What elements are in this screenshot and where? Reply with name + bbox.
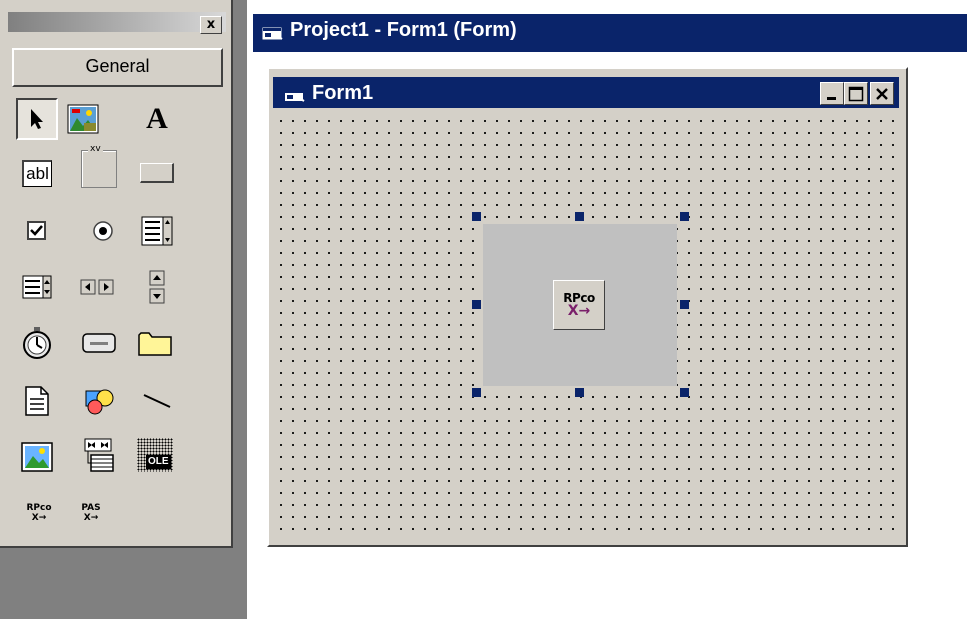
tool-timer[interactable] [16, 322, 58, 364]
tool-rpco[interactable]: RPco X→ [18, 492, 60, 534]
textbox-icon: abl [22, 159, 52, 187]
commandbutton-icon [140, 163, 174, 183]
designer-window-title: Project1 - Form1 (Form) [290, 19, 517, 41]
timer-icon [23, 327, 51, 359]
resize-handle-left[interactable] [472, 300, 481, 309]
tool-picturebox[interactable] [62, 98, 104, 140]
checkbox-icon [27, 221, 46, 240]
maximize-icon [848, 86, 864, 101]
tool-data[interactable] [78, 434, 120, 476]
toolbox-close-button[interactable]: x [200, 16, 222, 34]
rpco-icon: RPco X→ [26, 503, 52, 523]
listbox-icon [22, 275, 52, 299]
pointer-icon [31, 109, 43, 129]
tool-listbox[interactable] [16, 266, 58, 308]
tool-image[interactable] [16, 436, 58, 478]
dirlistbox-icon [138, 332, 172, 356]
tool-commandbutton[interactable] [136, 152, 178, 194]
hscrollbar-icon [80, 279, 114, 295]
data-icon [84, 438, 114, 472]
label-icon: A [146, 102, 168, 135]
tool-shape[interactable] [78, 380, 120, 422]
toolbox-titlebar[interactable] [8, 12, 226, 32]
vscrollbar-icon [149, 270, 165, 304]
picturebox-icon [67, 104, 99, 134]
minimize-icon [827, 96, 836, 100]
line-icon [143, 394, 171, 408]
tool-pas[interactable]: PAS X→ [70, 492, 112, 534]
resize-handle-top-right[interactable] [680, 212, 689, 221]
tool-checkbox[interactable] [16, 210, 58, 252]
form-window-icon [262, 26, 284, 45]
form-maximize-button[interactable] [844, 82, 868, 105]
form-title: Form1 [312, 82, 374, 104]
ole-icon: OLE [137, 438, 173, 472]
tool-vscrollbar[interactable] [136, 266, 178, 308]
resize-handle-top-left[interactable] [472, 212, 481, 221]
tool-optionbutton[interactable] [82, 210, 124, 252]
filelistbox-icon [25, 386, 49, 416]
tool-filelistbox[interactable] [16, 380, 58, 422]
form-close-button[interactable] [870, 82, 894, 105]
resize-handle-right[interactable] [680, 300, 689, 309]
rpco-control-icon: RPco X→ [553, 280, 605, 330]
resize-handle-top[interactable] [575, 212, 584, 221]
tool-label[interactable]: A [136, 98, 178, 140]
shape-icon [85, 389, 114, 415]
optionbutton-icon [93, 221, 113, 241]
tool-line[interactable] [136, 380, 178, 422]
toolbox-tab-general[interactable]: General [12, 48, 223, 87]
tool-dirlistbox[interactable] [134, 322, 176, 364]
image-icon [21, 442, 53, 472]
resize-handle-bottom-left[interactable] [472, 388, 481, 397]
resize-handle-bottom-right[interactable] [680, 388, 689, 397]
tool-ole[interactable]: OLE [134, 434, 176, 476]
tool-drivelistbox[interactable] [78, 322, 120, 364]
combobox-icon [141, 216, 173, 246]
close-icon [876, 87, 888, 100]
tool-combobox[interactable] [136, 210, 178, 252]
drivelistbox-icon [82, 333, 116, 353]
tool-pointer[interactable] [16, 98, 58, 140]
form-minimize-button[interactable] [820, 82, 844, 105]
frame-icon: xv [81, 144, 117, 188]
pas-icon: PAS X→ [81, 503, 101, 523]
tool-textbox[interactable]: abl [16, 152, 58, 194]
resize-handle-bottom[interactable] [575, 388, 584, 397]
tool-hscrollbar[interactable] [76, 266, 118, 308]
form-icon [284, 88, 306, 107]
tool-frame[interactable]: xv [78, 144, 120, 190]
